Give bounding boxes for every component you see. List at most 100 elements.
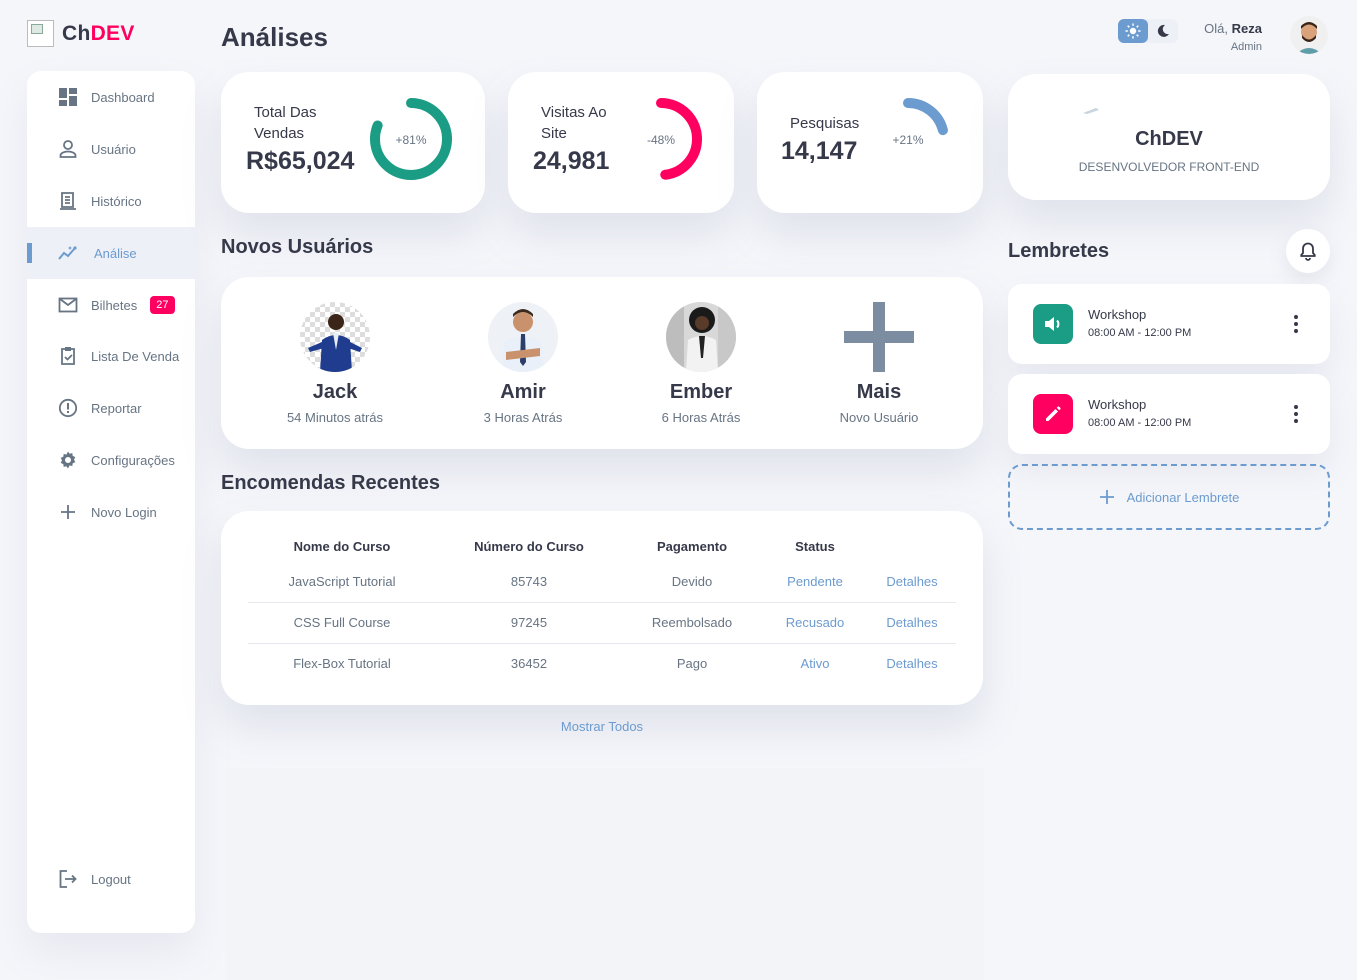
user-name: Amir	[500, 381, 546, 403]
payment-cell: Reembolsado	[622, 602, 762, 644]
clipboard-check-icon	[61, 347, 75, 365]
user-name: Mais	[856, 381, 902, 403]
status-cell: Recusado	[762, 602, 868, 644]
user-name: Reza	[1231, 21, 1262, 36]
sidebar-item-novo-login[interactable]: Novo Login	[27, 486, 195, 538]
insights-icon	[58, 246, 77, 260]
new-users-card: Jack 54 Minutos atrás Amir 3 Horas Atrás	[221, 277, 983, 449]
column-header: Pagamento	[656, 538, 728, 554]
logout-label: Logout	[91, 871, 131, 887]
user-card[interactable]: Jack 54 Minutos atrás	[255, 302, 415, 425]
sidebar-item-label: Dashboard	[91, 89, 155, 105]
sidebar-item-configuracoes[interactable]: Configurações	[27, 434, 195, 486]
sidebar-item-analise[interactable]: Análise	[27, 227, 195, 279]
logo-text: ChDEV	[62, 21, 135, 45]
course-name-cell: CSS Full Course	[248, 602, 436, 644]
theme-toggle[interactable]	[1118, 19, 1178, 43]
orders-card: Nome do Curso Número do Curso Pagamento …	[221, 511, 983, 705]
profile-subtitle: DESENVOLVEDOR FRONT-END	[1078, 160, 1260, 174]
avatar[interactable]	[1290, 16, 1328, 54]
course-number-cell: 85743	[436, 561, 622, 603]
greeting: Olá, Reza	[1204, 21, 1262, 36]
table-header-row: Nome do Curso Número do Curso Pagamento …	[248, 531, 956, 561]
course-number-cell: 97245	[436, 602, 622, 644]
user-card[interactable]: Amir 3 Horas Atrás	[443, 302, 603, 425]
column-header: Número do Curso	[474, 538, 584, 554]
sidebar-item-reportar[interactable]: Reportar	[27, 382, 195, 434]
more-options-icon[interactable]	[1294, 315, 1298, 336]
status-cell: Pendente	[762, 561, 868, 603]
user-time: 54 Minutos atrás	[286, 410, 384, 425]
reminders-title: Lembretes	[1008, 240, 1110, 262]
sidebar-item-usuario[interactable]: Usuário	[27, 123, 195, 175]
stat-percent: -48%	[646, 133, 675, 147]
notifications-button[interactable]	[1286, 229, 1330, 273]
user-card[interactable]: Ember 6 Horas Atrás	[621, 302, 781, 425]
show-all-link[interactable]: Mostrar Todos	[221, 719, 983, 734]
stat-value: 14,147	[781, 137, 858, 165]
bell-icon	[1300, 242, 1316, 261]
sidebar-item-label: Novo Login	[91, 504, 157, 520]
stat-value: R$65,024	[246, 147, 355, 175]
sidebar-item-historico[interactable]: Histórico	[27, 175, 195, 227]
stat-percent: +81%	[395, 133, 427, 147]
stat-percent: +21%	[892, 133, 924, 147]
content-background	[226, 768, 984, 980]
sidebar-item-label: Configurações	[91, 452, 175, 468]
profile-logo-image	[1082, 102, 1100, 114]
course-name-cell: JavaScript Tutorial	[248, 561, 436, 603]
sidebar-item-label: Lista De Venda	[91, 348, 180, 364]
stat-card-visits: Visitas Ao Site 24,981 -48%	[508, 72, 734, 213]
table-row: JavaScript Tutorial 85743 Devido Pendent…	[248, 561, 956, 603]
payment-cell: Pago	[676, 656, 708, 672]
reminder-time: 08:00 AM - 12:00 PM	[1088, 417, 1192, 429]
reminder-item[interactable]: Workshop 08:00 AM - 12:00 PM	[1008, 374, 1330, 454]
details-link[interactable]: Detalhes	[868, 561, 956, 603]
new-users-title: Novos Usuários	[221, 236, 374, 258]
details-link[interactable]: Detalhes	[868, 643, 956, 684]
user-name: Jack	[312, 381, 358, 403]
sidebar-item-label: Reportar	[91, 400, 142, 416]
more-options-icon[interactable]	[1294, 405, 1298, 426]
sun-icon[interactable]	[1118, 19, 1148, 43]
sidebar-item-label: Bilhetes	[91, 297, 138, 313]
stat-label: Total Das Vendas	[254, 104, 317, 142]
sidebar-item-logout[interactable]: Logout	[27, 853, 195, 905]
sidebar-item-bilhetes[interactable]: Bilhetes 27	[27, 279, 195, 331]
details-link[interactable]: Detalhes	[868, 602, 956, 644]
user-name: Ember	[669, 381, 733, 403]
person-icon	[59, 140, 77, 158]
payment-cell: Devido	[622, 561, 762, 603]
moon-icon[interactable]	[1148, 19, 1178, 43]
sidebar-item-label: Usuário	[91, 141, 136, 157]
profile-card: ChDEV DESENVOLVEDOR FRONT-END	[1008, 74, 1330, 200]
orders-title: Encomendas Recentes	[221, 472, 440, 494]
column-header: Nome do Curso	[293, 538, 391, 554]
add-reminder-button[interactable]: Adicionar Lembrete	[1008, 464, 1330, 530]
add-reminder-label: Adicionar Lembrete	[1126, 489, 1240, 505]
user-time: 3 Horas Atrás	[483, 410, 563, 425]
sidebar-item-dashboard[interactable]: Dashboard	[27, 71, 195, 123]
course-name-cell: Flex-Box Tutorial	[293, 656, 391, 672]
column-header: Status	[795, 538, 835, 554]
course-number-cell: 36452	[510, 656, 548, 672]
stat-card-sales: Total Das Vendas R$65,024 +81%	[221, 72, 485, 213]
stat-value: 24,981	[533, 147, 610, 175]
reminder-title: Workshop	[1088, 397, 1147, 412]
logo-image	[27, 20, 54, 47]
profile-name: ChDEV	[1135, 128, 1203, 150]
user-avatar	[666, 302, 736, 372]
reminder-item[interactable]: Workshop 08:00 AM - 12:00 PM	[1008, 284, 1330, 364]
table-row: CSS Full Course 97245 Reembolsado Recusa…	[248, 602, 956, 644]
user-avatar	[488, 302, 558, 372]
plus-icon	[844, 302, 914, 372]
sidebar-item-lista-de-venda[interactable]: Lista De Venda	[27, 330, 195, 382]
logout-icon	[59, 870, 77, 888]
add-user-card[interactable]: Mais Novo Usuário	[799, 302, 959, 425]
user-time: 6 Horas Atrás	[661, 410, 741, 425]
user-role: Admin	[1230, 41, 1262, 53]
logo[interactable]: ChDEV	[27, 20, 135, 47]
plus-icon	[61, 505, 75, 519]
reminder-title: Workshop	[1088, 307, 1147, 322]
plus-icon	[1099, 490, 1114, 504]
